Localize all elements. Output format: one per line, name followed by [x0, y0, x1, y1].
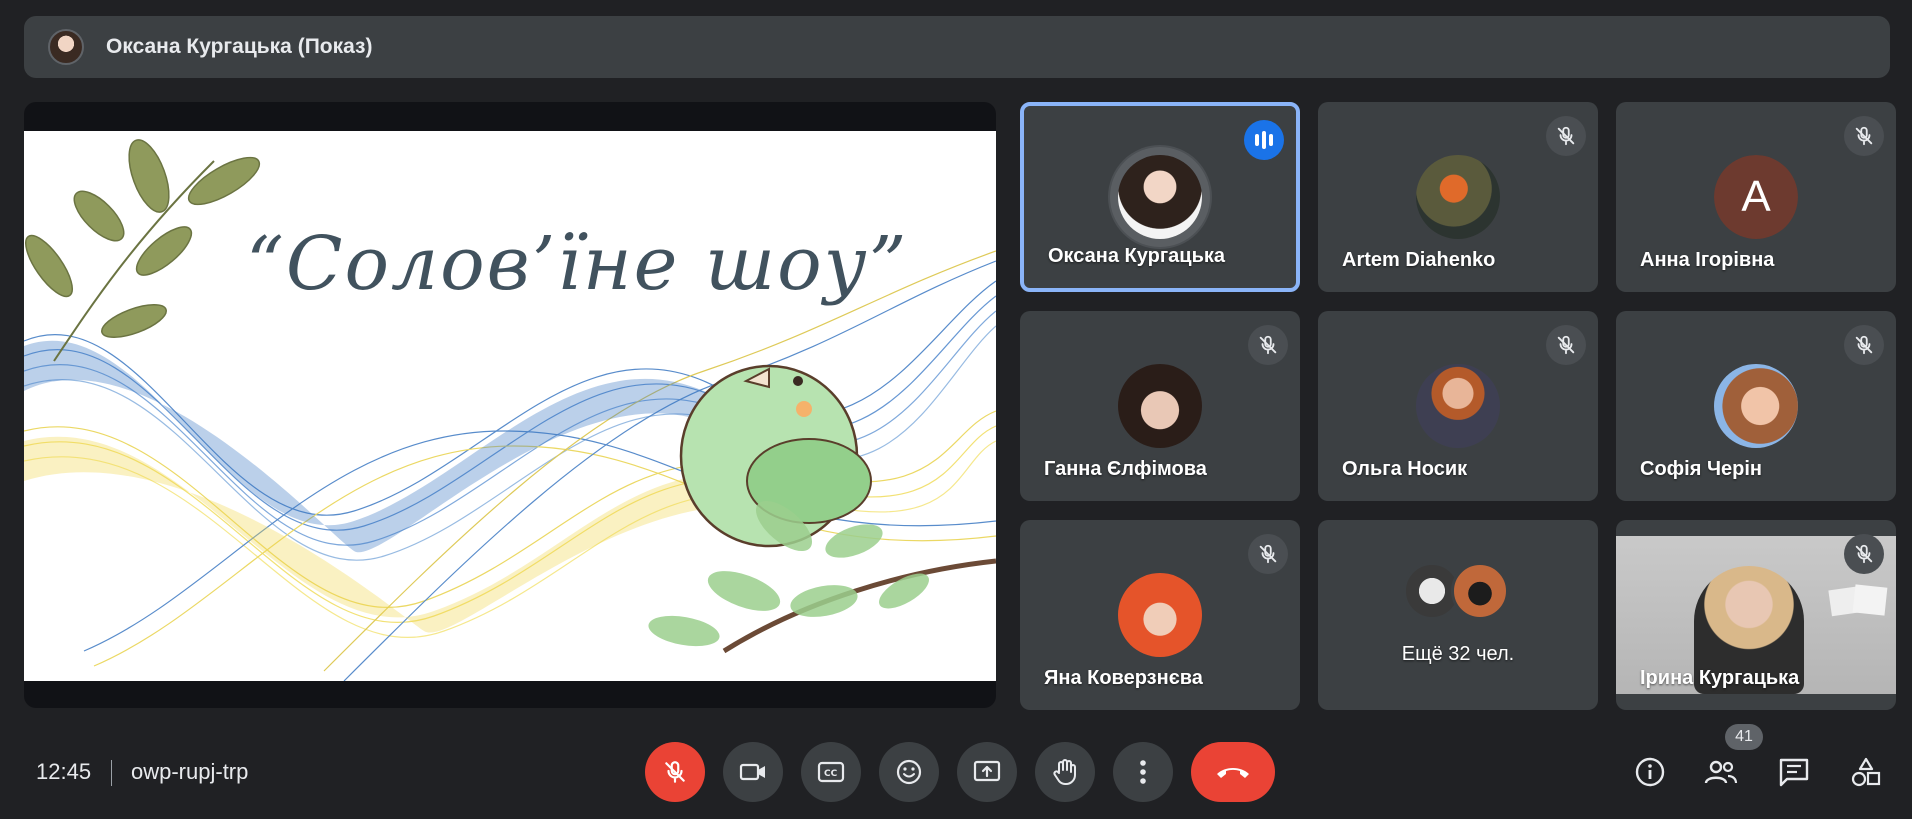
- mic-off-icon: [1855, 335, 1873, 355]
- present-screen-icon: [973, 760, 1001, 782]
- mic-off-icon: [1557, 126, 1575, 146]
- participant-name: Ольга Носик: [1342, 458, 1468, 480]
- speaking-indicator: [1244, 120, 1284, 160]
- mic-off-icon: [1557, 335, 1575, 355]
- people-button[interactable]: [1699, 750, 1743, 794]
- mic-muted-indicator: [1844, 325, 1884, 365]
- mic-toggle-button[interactable]: [645, 742, 705, 802]
- chat-icon: [1779, 758, 1809, 787]
- mic-off-icon: [1259, 335, 1277, 355]
- reactions-button[interactable]: [879, 742, 939, 802]
- camera-toggle-button[interactable]: [723, 742, 783, 802]
- mic-muted-indicator: [1844, 534, 1884, 574]
- info-icon: [1635, 757, 1665, 787]
- more-participants-label: Ещё 32 чел.: [1401, 643, 1515, 665]
- more-participants-tile[interactable]: Ещё 32 чел.: [1318, 520, 1598, 710]
- participant-tile[interactable]: Ірина Кургацька: [1616, 520, 1896, 710]
- participant-name: Оксана Кургацька: [1048, 245, 1226, 267]
- slide-artwork: [24, 139, 996, 681]
- raise-hand-button[interactable]: [1035, 742, 1095, 802]
- people-icon: [1704, 760, 1738, 784]
- mic-muted-indicator: [1844, 116, 1884, 156]
- mic-muted-indicator: [1248, 534, 1288, 574]
- divider: [111, 760, 112, 786]
- svg-text:CC: CC: [824, 769, 838, 779]
- more-options-button[interactable]: [1113, 742, 1173, 802]
- slide-title: “Солов’їне шоу”: [246, 221, 909, 307]
- participant-tile[interactable]: Ганна Єлфімова: [1020, 311, 1300, 501]
- more-vert-icon: [1140, 760, 1146, 784]
- avatar: [1118, 155, 1202, 239]
- mic-off-icon: [1855, 126, 1873, 146]
- activities-button[interactable]: [1844, 750, 1888, 794]
- call-end-icon: [1217, 768, 1249, 778]
- participant-name: Яна Коверзнєва: [1044, 667, 1203, 689]
- meeting-code: owp-rupj-trp: [131, 759, 249, 784]
- avatar: [1118, 573, 1202, 657]
- avatar: [1451, 562, 1509, 620]
- presentation-slide: “Солов’їне шоу”: [24, 131, 996, 681]
- participant-name: Artem Diahenko: [1342, 249, 1496, 271]
- people-count-badge: 41: [1725, 724, 1763, 750]
- emoji-icon: [896, 759, 922, 785]
- mic-muted-indicator: [1248, 325, 1288, 365]
- avatar: A: [1714, 155, 1798, 239]
- mic-muted-indicator: [1546, 116, 1586, 156]
- meeting-time: 12:45: [36, 759, 92, 784]
- mic-off-icon: [1259, 544, 1277, 564]
- participant-name: Софія Черін: [1640, 458, 1762, 480]
- participant-name: Ірина Кургацька: [1640, 667, 1800, 689]
- mic-muted-indicator: [1546, 325, 1586, 365]
- mic-off-icon: [665, 761, 685, 783]
- stacked-avatars: [1403, 562, 1513, 620]
- leave-call-button[interactable]: [1191, 742, 1275, 802]
- participant-tile[interactable]: Ольга Носик: [1318, 311, 1598, 501]
- meeting-controls-bar: 12:45 owp-rupj-trp CC 41: [0, 724, 1912, 819]
- participant-name: Ганна Єлфімова: [1044, 458, 1207, 480]
- avatar: [1416, 155, 1500, 239]
- presenter-banner: Оксана Кургацька (Показ): [24, 16, 1890, 78]
- avatar: [1416, 364, 1500, 448]
- closed-captions-icon: CC: [817, 761, 845, 783]
- presenter-avatar: [48, 29, 84, 65]
- shared-screen[interactable]: “Солов’їне шоу”: [24, 102, 996, 708]
- presenter-name: Оксана Кургацька (Показ): [106, 35, 373, 58]
- participant-tile[interactable]: A Анна Ігорівна: [1616, 102, 1896, 292]
- initial-avatar: A: [1714, 155, 1798, 239]
- participant-name: Анна Ігорівна: [1640, 249, 1775, 271]
- meeting-details-button[interactable]: [1628, 750, 1672, 794]
- raise-hand-icon: [1053, 759, 1076, 785]
- participant-tile[interactable]: Artem Diahenko: [1318, 102, 1598, 292]
- avatar: [1714, 364, 1798, 448]
- participant-tile[interactable]: Софія Черін: [1616, 311, 1896, 501]
- audio-wave-icon: [1255, 131, 1273, 149]
- participant-tile[interactable]: Оксана Кургацька: [1020, 102, 1300, 292]
- participant-tile[interactable]: Яна Коверзнєва: [1020, 520, 1300, 710]
- activities-icon: [1851, 757, 1881, 787]
- present-screen-button[interactable]: [957, 742, 1017, 802]
- chat-button[interactable]: [1772, 750, 1816, 794]
- videocam-icon: [739, 763, 765, 781]
- captions-button[interactable]: CC: [801, 742, 861, 802]
- avatar: [1118, 364, 1202, 448]
- mic-off-icon: [1855, 544, 1873, 564]
